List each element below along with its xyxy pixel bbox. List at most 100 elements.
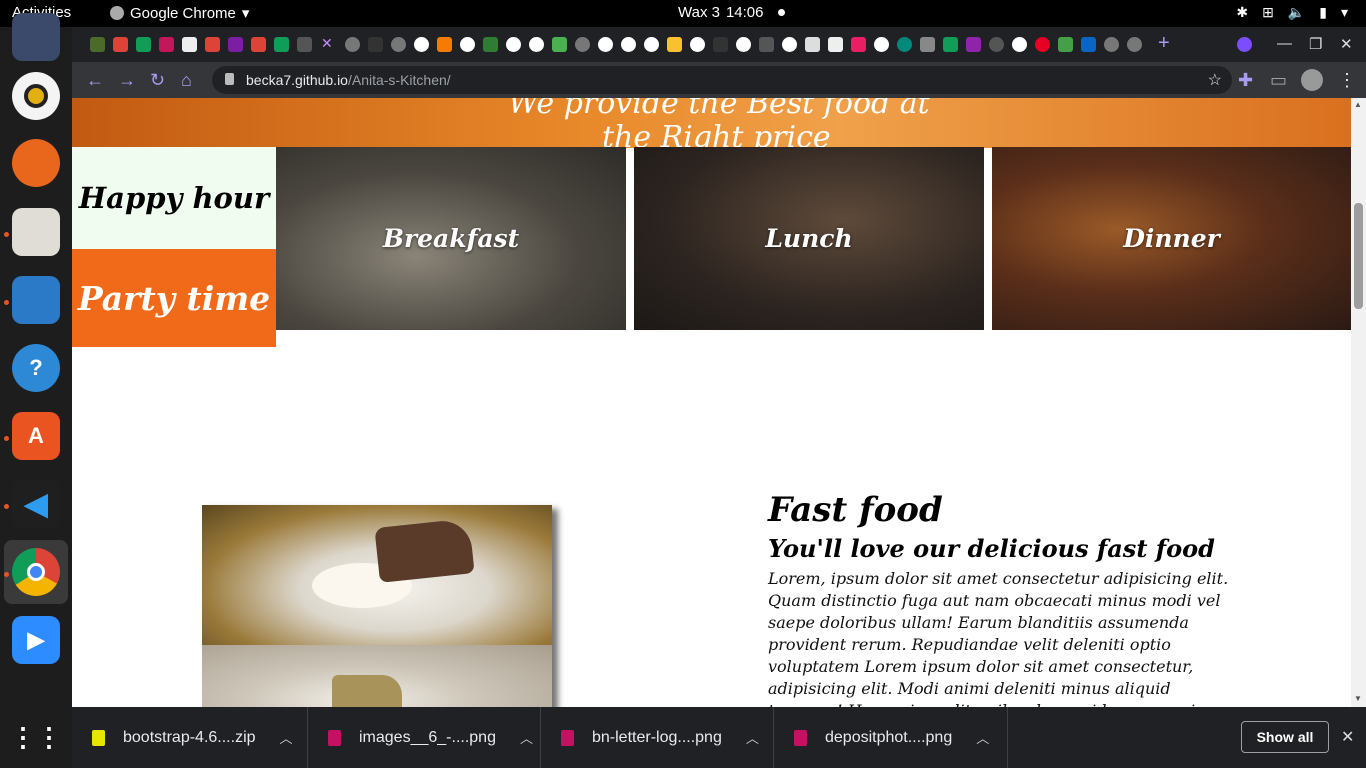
firefox-icon[interactable] (12, 139, 60, 187)
google-icon[interactable] (874, 37, 889, 52)
slack-icon[interactable]: ✱ (1236, 4, 1248, 21)
tab-favicon[interactable] (966, 37, 981, 52)
tab-favicon[interactable] (1104, 37, 1119, 52)
rhythmbox-icon[interactable] (12, 72, 60, 120)
tab-favicon[interactable] (1058, 37, 1073, 52)
home-icon[interactable]: ⌂ (181, 70, 192, 91)
download-item[interactable]: bn-letter-log....png ︿ (541, 707, 774, 768)
cast-icon[interactable]: ▭ (1270, 70, 1287, 91)
tab-favicon[interactable] (228, 37, 243, 52)
chevron-up-icon[interactable]: ︿ (520, 728, 533, 747)
vscode-icon[interactable]: ◀ (12, 480, 60, 528)
files-icon[interactable] (12, 208, 60, 256)
google-icon[interactable] (736, 37, 751, 52)
profile-avatar[interactable] (1301, 69, 1323, 91)
sheets-icon[interactable] (274, 37, 289, 52)
close-tab-icon[interactable]: ✕ (321, 35, 333, 52)
libreoffice-impress-icon[interactable] (12, 276, 60, 324)
dinner-card[interactable]: Dinner (992, 147, 1351, 330)
tab-favicon[interactable] (667, 37, 682, 52)
google-icon[interactable] (598, 37, 613, 52)
thunderbird-icon[interactable] (12, 13, 60, 61)
linkedin-icon[interactable] (1081, 37, 1096, 52)
github-icon[interactable] (297, 37, 312, 52)
tab-favicon[interactable] (437, 37, 452, 52)
address-bar[interactable]: becka7.github.io/Anita-s-Kitchen/ ☆ (212, 66, 1232, 94)
google-icon[interactable] (460, 37, 475, 52)
gmail-icon[interactable] (205, 37, 220, 52)
google-icon[interactable] (621, 37, 636, 52)
party-time-tile[interactable]: Party time (72, 249, 276, 347)
show-applications-icon[interactable]: ⋮⋮ (10, 713, 62, 761)
tab-favicon[interactable] (1127, 37, 1142, 52)
close-downloads-icon[interactable]: ✕ (1341, 727, 1354, 747)
tab-favicon[interactable] (345, 37, 360, 52)
tab-favicon[interactable] (575, 37, 590, 52)
tab-search-icon[interactable] (1237, 37, 1252, 52)
help-icon[interactable]: ? (12, 344, 60, 392)
tab-favicon[interactable] (90, 37, 105, 52)
google-icon[interactable] (690, 37, 705, 52)
breakfast-card[interactable]: Breakfast (276, 147, 626, 330)
scroll-up-icon[interactable]: ▲ (1354, 100, 1362, 109)
google-icon[interactable] (529, 37, 544, 52)
restore-icon[interactable]: ❐ (1309, 35, 1322, 53)
tab-favicon[interactable] (828, 37, 843, 52)
app-menu[interactable]: Google Chrome ▾ (110, 4, 249, 22)
tab-favicon[interactable] (182, 37, 197, 52)
tab-favicon[interactable] (759, 37, 774, 52)
google-icon[interactable] (414, 37, 429, 52)
tab-favicon[interactable] (159, 37, 174, 52)
chevron-up-icon[interactable]: ︿ (976, 728, 989, 747)
lock-icon (225, 73, 234, 85)
tab-favicon[interactable] (368, 37, 383, 52)
volume-icon[interactable]: 🔈 (1288, 4, 1305, 21)
gmail-icon[interactable] (251, 37, 266, 52)
show-all-button[interactable]: Show all (1241, 721, 1329, 753)
page-scrollbar[interactable]: ▲ ▼ (1351, 98, 1366, 707)
pinterest-icon[interactable] (1035, 37, 1050, 52)
zoom-icon[interactable]: ▶ (12, 616, 60, 664)
extensions-icon[interactable]: ✚ (1238, 70, 1253, 91)
chevron-up-icon[interactable]: ︿ (746, 728, 759, 747)
forward-icon[interactable]: → (118, 70, 136, 91)
battery-icon[interactable]: ▮ (1319, 4, 1327, 21)
scroll-down-icon[interactable]: ▼ (1354, 694, 1362, 703)
tab-favicon[interactable] (136, 37, 151, 52)
chevron-down-icon[interactable]: ▾ (1341, 4, 1348, 21)
tab-favicon[interactable] (897, 37, 912, 52)
github-icon[interactable] (989, 37, 1004, 52)
google-icon[interactable] (1012, 37, 1027, 52)
tab-favicon[interactable] (851, 37, 866, 52)
lunch-card[interactable]: Lunch (634, 147, 984, 330)
reload-icon[interactable]: ↻ (150, 70, 165, 91)
download-item[interactable]: images__6_-....png ︿ (308, 707, 541, 768)
tab-favicon[interactable] (483, 37, 498, 52)
google-icon[interactable] (506, 37, 521, 52)
chevron-up-icon[interactable]: ︿ (280, 728, 293, 747)
new-tab-icon[interactable]: + (1158, 32, 1170, 55)
system-tray[interactable]: ✱ ⊞ 🔈 ▮ ▾ (1236, 4, 1348, 21)
tab-favicon[interactable] (713, 37, 728, 52)
gmail-icon[interactable] (113, 37, 128, 52)
happy-hour-tile[interactable]: Happy hour (72, 147, 276, 249)
tab-favicon[interactable] (943, 37, 958, 52)
google-icon[interactable] (644, 37, 659, 52)
minimize-icon[interactable]: — (1277, 35, 1292, 52)
tab-favicon[interactable] (805, 37, 820, 52)
download-item[interactable]: depositphot....png ︿ (774, 707, 1008, 768)
google-icon[interactable] (782, 37, 797, 52)
tab-favicon[interactable] (920, 37, 935, 52)
chrome-icon[interactable] (12, 548, 60, 596)
scrollbar-thumb[interactable] (1354, 203, 1363, 309)
back-icon[interactable]: ← (86, 70, 104, 91)
network-icon[interactable]: ⊞ (1262, 4, 1274, 21)
tab-favicon[interactable] (391, 37, 406, 52)
bookmark-star-icon[interactable]: ☆ (1208, 70, 1222, 90)
download-item[interactable]: bootstrap-4.6....zip ︿ (72, 707, 308, 768)
close-window-icon[interactable]: ✕ (1340, 35, 1353, 53)
menu-icon[interactable]: ⋮ (1338, 70, 1356, 91)
software-center-icon[interactable]: A (12, 412, 60, 460)
tab-favicon[interactable] (552, 37, 567, 52)
clock[interactable]: Wax 3 14:06 (678, 4, 785, 21)
